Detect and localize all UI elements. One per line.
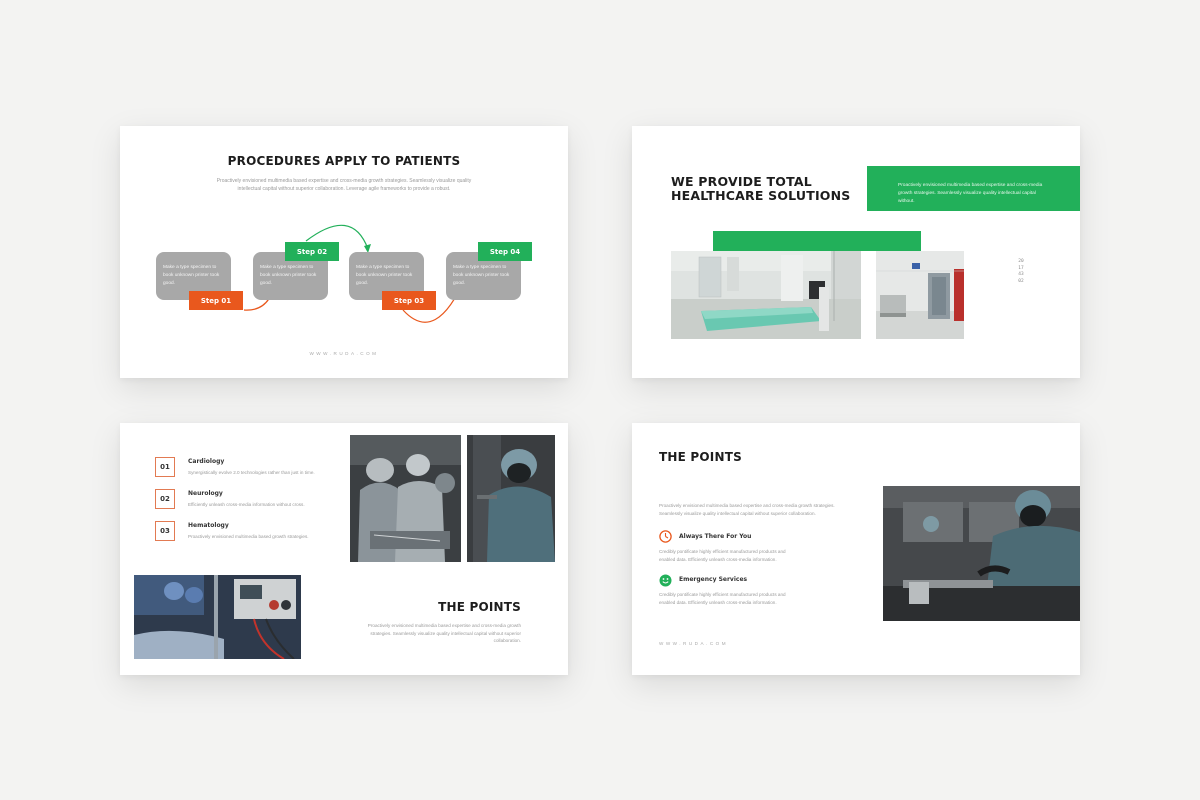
feature-2-title: Emergency Services <box>679 576 748 583</box>
item-01-number: 01 <box>155 457 175 477</box>
slide2-title-line2: HEALTHCARE SOLUTIONS <box>671 188 851 203</box>
surgeons-operating-photo <box>350 435 461 562</box>
slide-procedures[interactable]: PROCEDURES APPLY TO PATIENTS Proactively… <box>120 126 568 378</box>
slide4-intro: Proactively envisioned multimedia based … <box>659 503 835 516</box>
green-accent-bar <box>713 231 921 251</box>
slide-the-points-list[interactable]: 01 Cardiology Synergistically evolve 2.0… <box>120 423 568 675</box>
patient-equipment-photo <box>134 575 301 659</box>
slide4-title: THE POINTS <box>659 450 742 464</box>
feature-2-desc: Credibly pontificate highly efficient ma… <box>659 592 786 605</box>
surgeon-portrait-photo <box>467 435 555 562</box>
step3-card-text: Make a type specimen to book unknown pri… <box>356 265 413 286</box>
step-04-label: Step 04 <box>478 242 532 261</box>
slide2-title-line1: WE PROVIDE TOTAL <box>671 174 812 189</box>
step1-card-text: Make a type specimen to book unknown pri… <box>163 265 220 286</box>
slide-healthcare-solutions[interactable]: WE PROVIDE TOTAL HEALTHCARE SOLUTIONS Pr… <box>632 126 1080 378</box>
feature-1-title: Always There For You <box>679 533 752 540</box>
clock-icon <box>659 530 672 543</box>
step2-card-text: Make a type specimen to book unknown pri… <box>260 265 317 286</box>
step4-card-text: Make a type specimen to book unknown pri… <box>453 265 510 286</box>
feature-1-desc: Credibly pontificate highly efficient ma… <box>659 549 786 562</box>
hospital-corridor-photo <box>876 251 964 339</box>
hospital-ward-photo <box>671 251 861 339</box>
slide2-vertical-text: 20174302 <box>1018 259 1024 284</box>
step-03-label: Step 03 <box>382 291 436 310</box>
step-02-label: Step 02 <box>285 242 339 261</box>
item-03-desc: Proactively envisioned multimedia based … <box>188 534 309 539</box>
slide4-footer: WWW.RUDA.COM <box>659 641 729 646</box>
green-text-box: Proactively envisioned multimedia based … <box>867 166 1080 211</box>
slide1-footer: WWW.RUDA.COM <box>309 351 379 356</box>
item-01-desc: Synergistically evolve 2.0 technologies … <box>188 470 315 475</box>
slide-the-points-features[interactable]: THE POINTS Proactively envisioned multim… <box>632 423 1080 675</box>
smile-icon <box>659 574 672 587</box>
step-01-label: Step 01 <box>189 291 243 310</box>
item-02-title: Neurology <box>188 490 223 497</box>
slide3-body: Proactively envisioned multimedia based … <box>367 623 521 643</box>
green-box-text: Proactively envisioned multimedia based … <box>898 183 1043 204</box>
item-02-desc: Efficiently unleash cross-media informat… <box>188 502 305 507</box>
slide3-title: THE POINTS <box>438 600 521 614</box>
surgeon-washing-hands-photo <box>883 486 1080 621</box>
item-03-title: Hematology <box>188 522 229 529</box>
item-02-number: 02 <box>155 489 175 509</box>
item-01-title: Cardiology <box>188 458 225 465</box>
item-03-number: 03 <box>155 521 175 541</box>
